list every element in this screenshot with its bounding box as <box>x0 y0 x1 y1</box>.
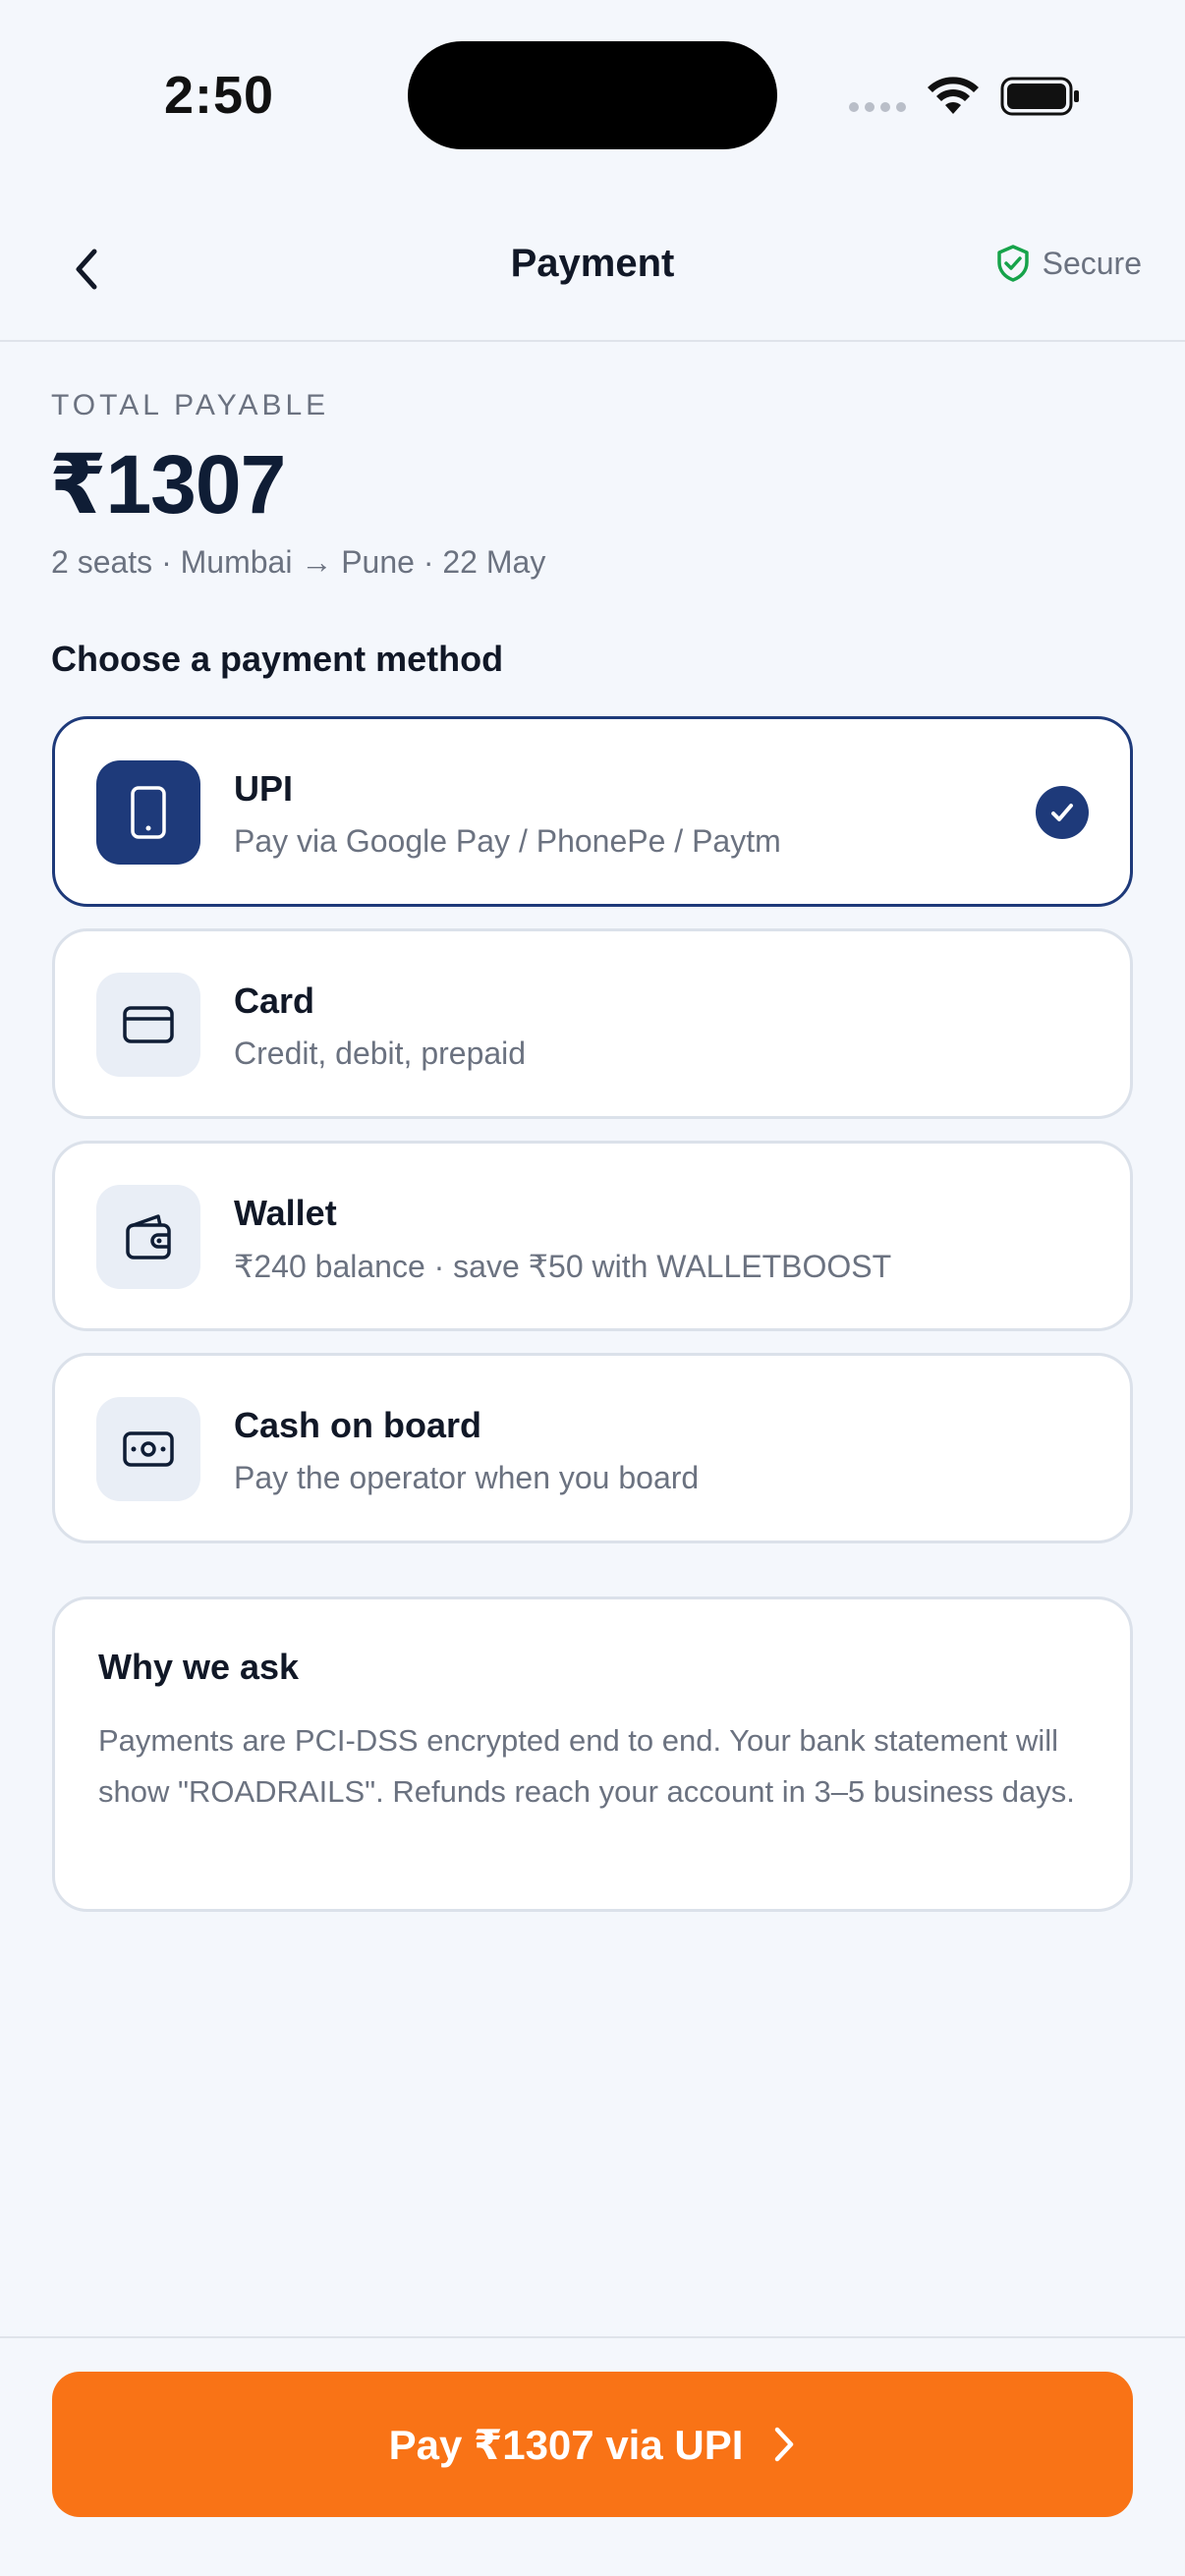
section-title: Choose a payment method <box>51 639 504 679</box>
pay-button-label: Pay ₹1307 via UPI <box>388 2421 744 2468</box>
method-subtitle: ₹240 balance · save ₹50 with WALLETBOOST <box>234 1249 892 1284</box>
header: Payment Secure <box>0 196 1185 342</box>
card-icon <box>96 973 200 1077</box>
info-card: Why we ask Payments are PCI-DSS encrypte… <box>52 1596 1133 1912</box>
phone-icon <box>96 760 200 865</box>
wallet-icon <box>96 1185 200 1289</box>
method-subtitle: Pay via Google Pay / PhonePe / Paytm <box>234 823 781 859</box>
payment-method-upi[interactable]: UPI Pay via Google Pay / PhonePe / Paytm <box>52 716 1133 907</box>
payment-method-wallet[interactable]: Wallet ₹240 balance · save ₹50 with WALL… <box>52 1141 1133 1331</box>
dynamic-island <box>408 41 777 149</box>
status-bar: 2:50 <box>0 0 1185 196</box>
check-icon <box>1036 786 1089 839</box>
payment-method-list: UPI Pay via Google Pay / PhonePe / Paytm… <box>52 716 1133 1565</box>
wifi-icon <box>928 77 979 114</box>
pay-button[interactable]: Pay ₹1307 via UPI <box>52 2372 1133 2517</box>
secure-indicator: Secure <box>995 244 1142 283</box>
method-title: UPI <box>234 768 294 809</box>
method-title: Wallet <box>234 1193 337 1233</box>
method-subtitle: Pay the operator when you board <box>234 1460 700 1495</box>
method-title: Cash on board <box>234 1405 482 1445</box>
bottom-bar: Pay ₹1307 via UPI <box>0 2336 1185 2576</box>
total-amount: ₹1307 <box>49 438 286 531</box>
payment-method-card[interactable]: Card Credit, debit, prepaid <box>52 928 1133 1119</box>
total-label: TOTAL PAYABLE <box>51 389 330 421</box>
info-title: Why we ask <box>98 1647 300 1687</box>
shield-check-icon <box>996 245 1029 282</box>
chevron-right-icon <box>775 2427 794 2462</box>
battery-icon <box>1000 77 1079 116</box>
method-subtitle: Credit, debit, prepaid <box>234 1036 527 1071</box>
status-time: 2:50 <box>164 66 275 125</box>
cash-icon <box>96 1397 200 1501</box>
trip-summary: 2 seats · Mumbai → Pune · 22 May <box>51 544 546 580</box>
cellular-signal-icon <box>849 102 908 116</box>
secure-label: Secure <box>1042 245 1142 281</box>
method-title: Card <box>234 980 315 1021</box>
info-body: Payments are PCI-DSS encrypted end to en… <box>98 1723 1075 1809</box>
payment-method-cash[interactable]: Cash on board Pay the operator when you … <box>52 1353 1133 1543</box>
